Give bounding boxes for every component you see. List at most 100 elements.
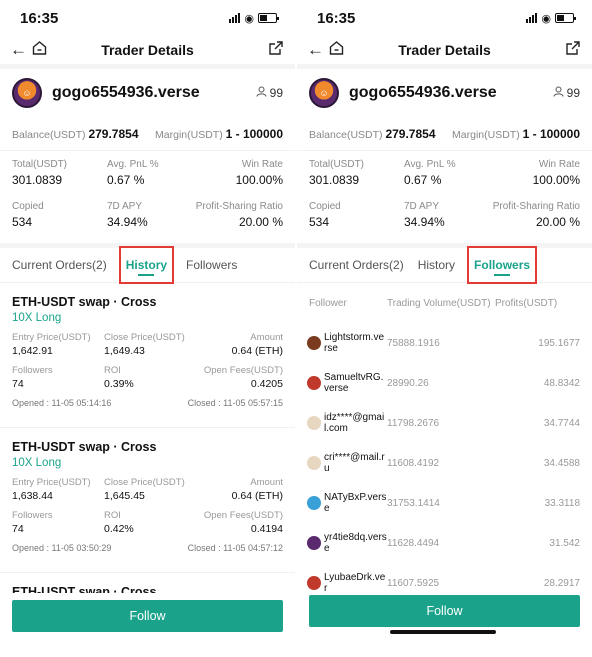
follower-name: yr4tie8dq.verse bbox=[324, 532, 387, 554]
close-value: 1,645.45 bbox=[104, 490, 145, 502]
opened-time: Opened : 11-05 05:14:16 bbox=[12, 398, 112, 408]
copied-value: 534 bbox=[309, 215, 330, 229]
followers-table-header: Follower Trading Volume(USDT) Profits(US… bbox=[297, 283, 592, 323]
order-followers-label: Followers bbox=[12, 510, 53, 521]
pnl-label: Avg. PnL % bbox=[404, 159, 456, 170]
pnl-value: 0.67 % bbox=[107, 173, 145, 187]
table-row[interactable]: idz****@gmail.com 11798.2676 34.7744 bbox=[297, 403, 592, 443]
balance-value: 279.7854 bbox=[88, 126, 139, 141]
tab-followers[interactable]: Followers bbox=[186, 248, 237, 282]
follower-avatar-icon bbox=[307, 416, 321, 430]
balance-row: Balance(USDT) 279.7854 Margin(USDT) 1 - … bbox=[297, 117, 592, 151]
balance-label: Balance(USDT) bbox=[309, 128, 383, 141]
follow-button[interactable]: Follow bbox=[12, 600, 283, 632]
margin-value: 1 - 100000 bbox=[225, 126, 283, 141]
apy-label: 7D APY bbox=[107, 201, 143, 212]
pnl-label: Avg. PnL % bbox=[107, 159, 159, 170]
nav-bar: ← Trader Details bbox=[0, 36, 295, 64]
follow-button[interactable]: Follow bbox=[309, 595, 580, 627]
profits-column-header: Profits(USDT) bbox=[495, 297, 558, 309]
order-title: ETH-USDT swap · Cross bbox=[12, 295, 157, 309]
follower-avatar-icon bbox=[307, 336, 321, 350]
entry-value: 1,642.91 bbox=[12, 345, 53, 357]
volume-column-header: Trading Volume(USDT) bbox=[387, 297, 491, 309]
fees-value: 0.4194 bbox=[250, 523, 283, 535]
apy-label: 7D APY bbox=[404, 201, 440, 212]
status-bar: 16:35 ◉ bbox=[297, 0, 592, 36]
copied-label: Copied bbox=[12, 201, 44, 212]
follower-volume: 31753.1414 bbox=[387, 497, 440, 509]
trader-profile: ☺ gogo6554936.verse 99 bbox=[0, 69, 295, 117]
opened-time: Opened : 11-05 03:50:29 bbox=[12, 543, 112, 553]
table-row[interactable]: SamueltvRG.verse 28990.26 48.8342 bbox=[297, 363, 592, 403]
pnl-value: 0.67 % bbox=[404, 173, 442, 187]
total-label: Total(USDT) bbox=[309, 159, 365, 170]
balance: Balance(USDT) 279.7854 bbox=[309, 127, 436, 141]
winrate-value: 100.00% bbox=[532, 173, 580, 187]
tab-history[interactable]: History bbox=[418, 248, 455, 282]
nav-bar: ← Trader Details bbox=[297, 36, 592, 64]
avatar: ☺ bbox=[309, 78, 339, 108]
table-row[interactable]: NATyBxP.verse 31753.1414 33.3118 bbox=[297, 483, 592, 523]
wifi-icon: ◉ bbox=[541, 12, 551, 25]
follower-volume: 11608.4192 bbox=[387, 457, 440, 469]
follower-profit: 33.3118 bbox=[544, 497, 580, 509]
home-icon[interactable] bbox=[329, 40, 351, 60]
margin-label: Margin(USDT) bbox=[452, 128, 520, 141]
fees-label: Open Fees(USDT) bbox=[203, 365, 283, 376]
follower-avatar-icon bbox=[307, 456, 321, 470]
follower-volume: 11607.5925 bbox=[387, 577, 440, 589]
wifi-icon: ◉ bbox=[244, 12, 254, 25]
tab-bar: Current Orders(2) History Followers bbox=[0, 246, 295, 284]
share-icon[interactable] bbox=[269, 41, 283, 60]
share-label: Profit-Sharing Ratio bbox=[492, 201, 580, 212]
back-arrow-icon[interactable]: ← bbox=[10, 40, 32, 60]
followers-count: 99 bbox=[553, 86, 580, 100]
amount-value: 0.64 (ETH) bbox=[231, 345, 283, 357]
avatar: ☺ bbox=[12, 78, 42, 108]
trader-profile: ☺ gogo6554936.verse 99 bbox=[297, 69, 592, 117]
status-icons: ◉ bbox=[526, 12, 576, 25]
tab-bar: Current Orders(2) History Followers bbox=[297, 246, 592, 284]
table-row[interactable]: Lightstorm.verse 75888.1916 195.1677 bbox=[297, 323, 592, 363]
entry-value: 1,638.44 bbox=[12, 490, 53, 502]
tab-current-orders[interactable]: Current Orders(2) bbox=[12, 248, 107, 282]
margin: Margin(USDT) 1 - 100000 bbox=[155, 127, 283, 141]
follower-name: LyubaeDrk.ver bbox=[324, 572, 386, 594]
tab-followers[interactable]: Followers bbox=[467, 246, 538, 284]
followers-count: 99 bbox=[256, 86, 283, 100]
follower-volume: 75888.1916 bbox=[387, 337, 440, 349]
order-followers-value: 74 bbox=[12, 523, 24, 535]
balance-row: Balance(USDT) 279.7854 Margin(USDT) 1 - … bbox=[0, 117, 295, 151]
order-followers-value: 74 bbox=[12, 378, 24, 390]
close-label: Close Price(USDT) bbox=[104, 332, 185, 343]
total-value: 301.0839 bbox=[309, 173, 360, 187]
margin-label: Margin(USDT) bbox=[155, 128, 223, 141]
status-time: 16:35 bbox=[317, 9, 356, 27]
balance: Balance(USDT) 279.7854 bbox=[12, 127, 139, 141]
winrate-label: Win Rate bbox=[538, 159, 580, 170]
follower-volume: 11628.4494 bbox=[387, 537, 440, 549]
entry-label: Entry Price(USDT) bbox=[12, 477, 91, 488]
closed-time: Closed : 11-05 05:57:15 bbox=[187, 398, 283, 408]
tab-history[interactable]: History bbox=[118, 246, 175, 284]
table-row[interactable]: cri****@mail.ru 11608.4192 34.4588 bbox=[297, 443, 592, 483]
closed-time: Closed : 11-05 04:57:12 bbox=[187, 543, 283, 553]
entry-label: Entry Price(USDT) bbox=[12, 332, 91, 343]
table-row[interactable]: yr4tie8dq.verse 11628.4494 31.542 bbox=[297, 523, 592, 563]
roi-label: ROI bbox=[104, 510, 121, 521]
apy-value: 34.94% bbox=[404, 215, 445, 229]
tab-current-orders[interactable]: Current Orders(2) bbox=[309, 248, 404, 282]
follower-profit: 28.2917 bbox=[543, 577, 580, 589]
follower-profit: 195.1677 bbox=[538, 337, 580, 349]
home-icon[interactable] bbox=[32, 40, 54, 60]
order-followers-label: Followers bbox=[12, 365, 53, 376]
amount-label: Amount bbox=[250, 477, 283, 488]
follower-profit: 31.542 bbox=[549, 537, 580, 549]
back-arrow-icon[interactable]: ← bbox=[307, 40, 329, 60]
followers-count-value: 99 bbox=[566, 86, 580, 100]
signal-icon bbox=[229, 13, 241, 23]
follower-avatar-icon bbox=[307, 536, 321, 550]
share-icon[interactable] bbox=[566, 41, 580, 60]
follower-name: cri****@mail.ru bbox=[324, 452, 385, 474]
